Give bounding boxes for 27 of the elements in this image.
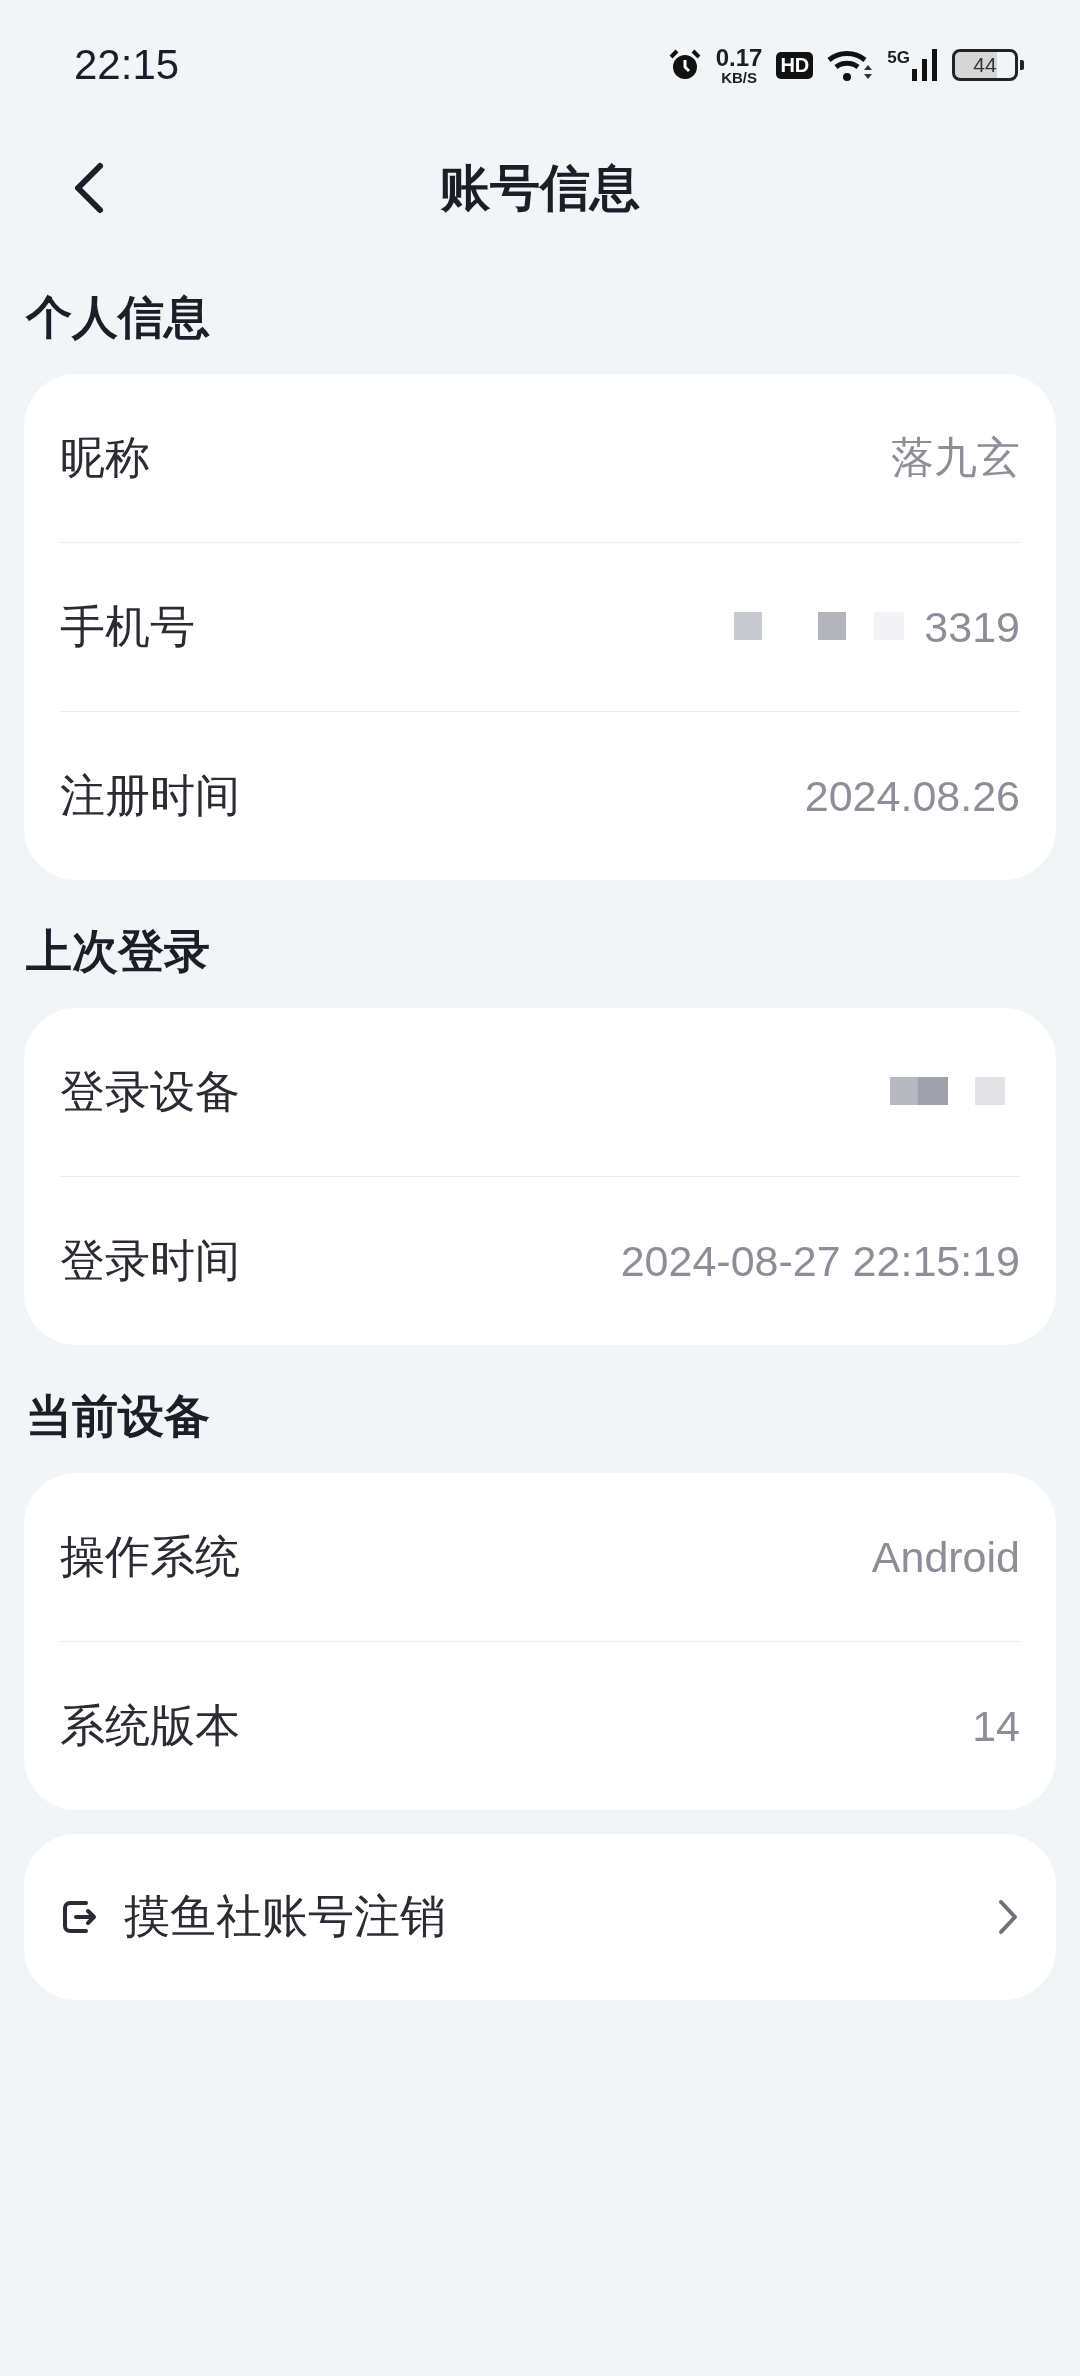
row-value: 2024-08-27 22:15:19	[620, 1236, 1020, 1286]
row-label: 注册时间	[60, 768, 240, 824]
alarm-icon	[667, 48, 702, 82]
page-title: 账号信息	[440, 157, 640, 219]
row-value: 2024.08.26	[804, 771, 1020, 821]
status-time: 22:15	[74, 41, 180, 89]
deactivate-account-button[interactable]: 摸鱼社账号注销	[24, 1834, 1056, 2000]
chevron-right-icon	[996, 1897, 1020, 1937]
section-title: 个人信息	[24, 289, 211, 346]
row-label: 昵称	[60, 430, 150, 486]
section-title: 上次登录	[25, 923, 211, 980]
battery-indicator: 44	[952, 49, 1024, 81]
row-value: Android	[871, 1532, 1020, 1582]
signal-icon	[912, 49, 938, 81]
row-label: 登录时间	[60, 1233, 240, 1289]
row-value: 14	[972, 1701, 1020, 1751]
row-value: 落九玄	[891, 431, 1020, 484]
network-speed: 0.17 KB/S	[715, 45, 763, 85]
row-label: 手机号	[60, 599, 195, 655]
row-label: 操作系统	[60, 1529, 240, 1585]
section-title: 当前设备	[25, 1388, 211, 1445]
row-label: 登录设备	[60, 1064, 240, 1120]
wifi-icon	[827, 48, 874, 82]
row-label: 系统版本	[60, 1698, 240, 1754]
hd-badge: HD	[776, 51, 814, 79]
row-value: 3319	[924, 602, 1020, 652]
network-type: 5G	[887, 49, 910, 66]
